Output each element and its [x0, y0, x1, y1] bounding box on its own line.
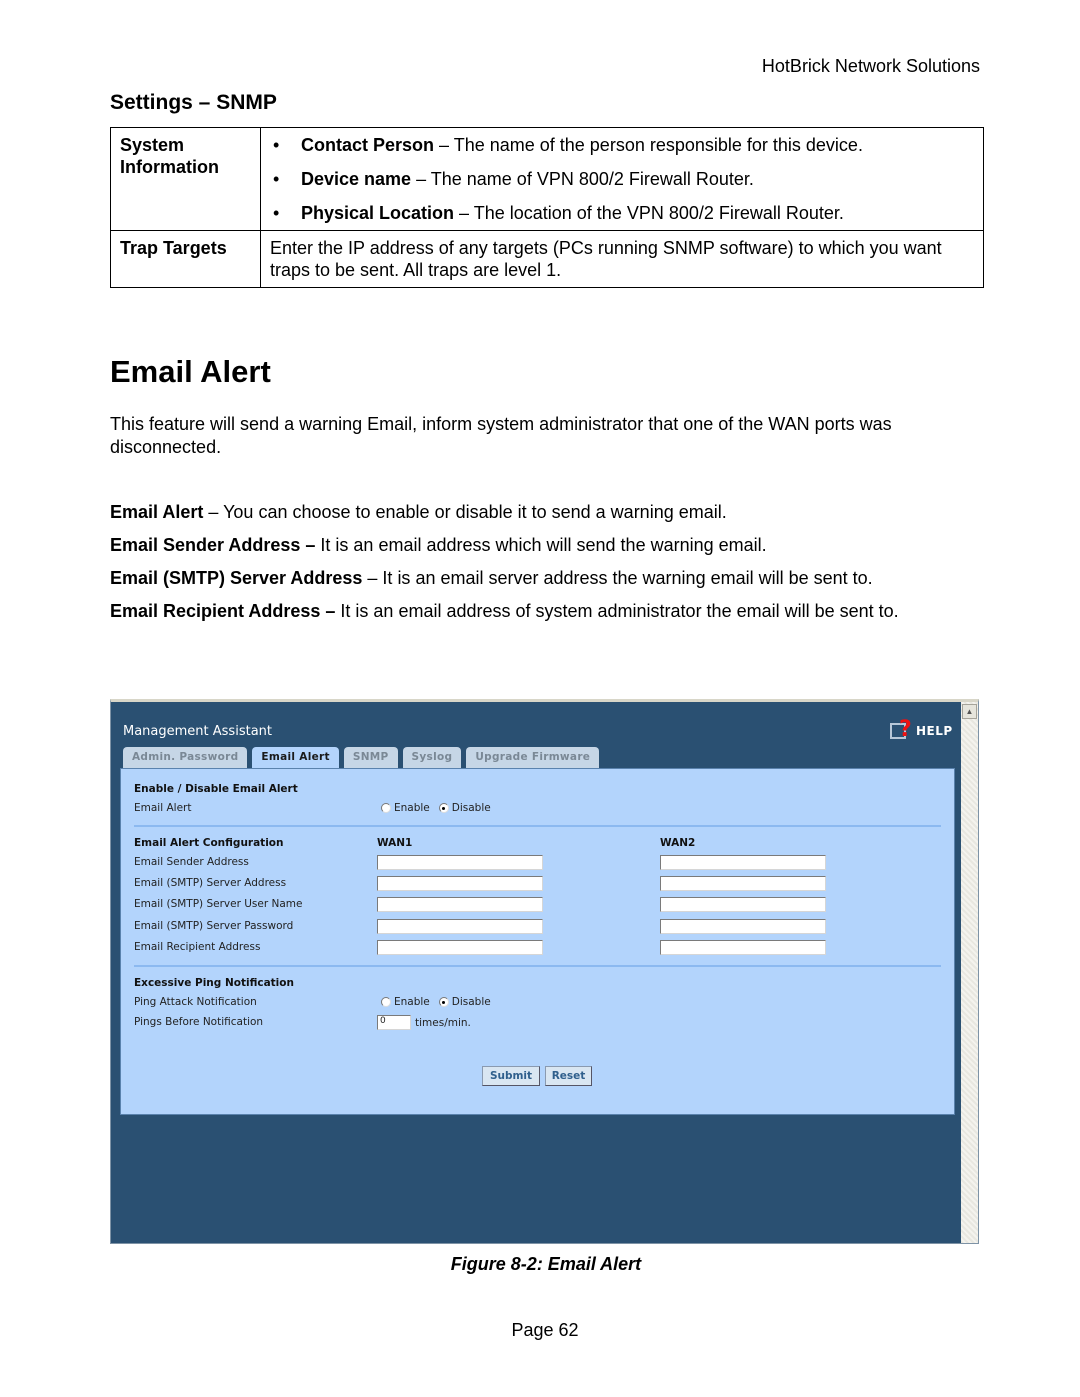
- wan1-column-header: WAN1: [377, 837, 413, 849]
- definition: Email Sender Address – It is an email ad…: [110, 534, 990, 556]
- wan2-smtp-server-input[interactable]: [660, 876, 826, 891]
- enable-section-heading: Enable / Disable Email Alert: [134, 783, 298, 795]
- management-assistant-screenshot: ▲ Management Assistant ? HELP Admin. Pas…: [110, 699, 979, 1244]
- email-alert-enable-radio[interactable]: [381, 803, 391, 813]
- term: Email Alert: [110, 502, 204, 522]
- tab-snmp[interactable]: SNMP: [343, 747, 398, 768]
- vertical-scrollbar[interactable]: ▲: [961, 702, 978, 1243]
- divider: [134, 965, 941, 967]
- radio-label: Enable: [394, 802, 430, 814]
- intro-paragraph: This feature will send a warning Email, …: [110, 414, 892, 457]
- tab-admin-password[interactable]: Admin. Password: [123, 747, 248, 768]
- desc: – The name of the person responsible for…: [434, 135, 863, 155]
- wan1-smtp-server-input[interactable]: [377, 876, 543, 891]
- tab-bar: Admin. Password Email Alert SNMP Syslog …: [123, 747, 600, 768]
- divider: [134, 825, 941, 827]
- field-label: Email (SMTP) Server User Name: [134, 898, 303, 910]
- ping-attack-label: Ping Attack Notification: [134, 996, 257, 1008]
- term: Email Recipient Address –: [110, 601, 336, 621]
- page-title: Email Alert: [110, 354, 271, 389]
- definitions-list: Email Alert – You can choose to enable o…: [110, 501, 990, 633]
- section-title-snmp: Settings – SNMP: [110, 91, 277, 114]
- help-button[interactable]: ? HELP: [890, 717, 953, 742]
- table-row: Trap Targets Enter the IP address of any…: [110, 230, 984, 288]
- wan1-sender-address-input[interactable]: [377, 855, 543, 870]
- desc: – The location of the VPN 800/2 Firewall…: [454, 203, 844, 223]
- ping-attack-radio-group: Enable Disable: [381, 996, 497, 1008]
- row-label: Trap Targets: [110, 230, 261, 288]
- email-alert-radio-group: Enable Disable: [381, 802, 497, 814]
- term: Contact Person: [301, 135, 435, 155]
- field-label: Email Recipient Address: [134, 941, 261, 953]
- wan2-recipient-address-input[interactable]: [660, 940, 826, 955]
- list-item: Physical Location – The location of the …: [270, 202, 974, 224]
- tab-syslog[interactable]: Syslog: [402, 747, 462, 768]
- help-label: HELP: [916, 724, 953, 738]
- help-question-icon: ?: [890, 717, 914, 742]
- radio-label: Disable: [451, 802, 491, 814]
- ping-attack-enable-radio[interactable]: [381, 997, 391, 1007]
- desc: It is an email address of system adminis…: [335, 601, 899, 621]
- desc: – The name of VPN 800/2 Firewall Router.: [411, 169, 754, 189]
- snmp-table: System Information Contact Person – The …: [110, 127, 984, 288]
- wan2-column-header: WAN2: [660, 837, 696, 849]
- config-section-heading: Email Alert Configuration: [134, 837, 284, 849]
- definition: Email Alert – You can choose to enable o…: [110, 501, 990, 523]
- term: Email (SMTP) Server Address: [110, 568, 363, 588]
- company-header: HotBrick Network Solutions: [761, 56, 980, 76]
- term: Email Sender Address –: [110, 535, 316, 555]
- field-label: Email Sender Address: [134, 856, 249, 868]
- wan2-sender-address-input[interactable]: [660, 855, 826, 870]
- wan1-smtp-user-input[interactable]: [377, 897, 543, 912]
- table-row: System Information Contact Person – The …: [110, 127, 984, 231]
- ping-section-heading: Excessive Ping Notification: [134, 977, 294, 989]
- settings-panel: Enable / Disable Email Alert Email Alert…: [120, 768, 955, 1115]
- pings-before-input[interactable]: 0: [377, 1015, 411, 1030]
- email-alert-label: Email Alert: [134, 802, 192, 814]
- radio-label: Enable: [394, 996, 430, 1008]
- definition: Email (SMTP) Server Address – It is an e…: [110, 567, 990, 589]
- submit-button[interactable]: Submit: [482, 1066, 540, 1086]
- figure-caption: Figure 8-2: Email Alert: [450, 1254, 642, 1274]
- tab-upgrade-firmware[interactable]: Upgrade Firmware: [466, 747, 600, 768]
- wan2-smtp-password-input[interactable]: [660, 919, 826, 934]
- desc: It is an email address which will send t…: [315, 535, 767, 555]
- pings-unit-label: times/min.: [415, 1017, 471, 1029]
- scroll-up-arrow-icon[interactable]: ▲: [962, 704, 977, 719]
- row-content: Contact Person – The name of the person …: [260, 127, 984, 231]
- desc: – You can choose to enable or disable it…: [203, 502, 727, 522]
- field-label: Email (SMTP) Server Address: [134, 877, 287, 889]
- page-number: Page 62: [511, 1320, 579, 1340]
- wan1-smtp-password-input[interactable]: [377, 919, 543, 934]
- list-item: Device name – The name of VPN 800/2 Fire…: [270, 168, 974, 190]
- list-item: Contact Person – The name of the person …: [270, 134, 974, 156]
- term: Physical Location: [301, 203, 455, 223]
- bullet-list: Contact Person – The name of the person …: [270, 134, 974, 224]
- tab-email-alert[interactable]: Email Alert: [252, 747, 339, 768]
- radio-label: Disable: [451, 996, 491, 1008]
- row-label: System Information: [110, 127, 261, 231]
- desc: – It is an email server address the warn…: [362, 568, 873, 588]
- email-alert-disable-radio[interactable]: [438, 803, 449, 813]
- pings-before-label: Pings Before Notification: [134, 1016, 264, 1028]
- reset-button[interactable]: Reset: [545, 1066, 592, 1086]
- field-label: Email (SMTP) Server Password: [134, 920, 294, 932]
- wan2-smtp-user-input[interactable]: [660, 897, 826, 912]
- term: Device name: [301, 169, 412, 189]
- app-title: Management Assistant: [123, 724, 272, 739]
- wan1-recipient-address-input[interactable]: [377, 940, 543, 955]
- row-content: Enter the IP address of any targets (PCs…: [260, 230, 984, 288]
- definition: Email Recipient Address – It is an email…: [110, 600, 990, 622]
- ping-attack-disable-radio[interactable]: [438, 997, 449, 1007]
